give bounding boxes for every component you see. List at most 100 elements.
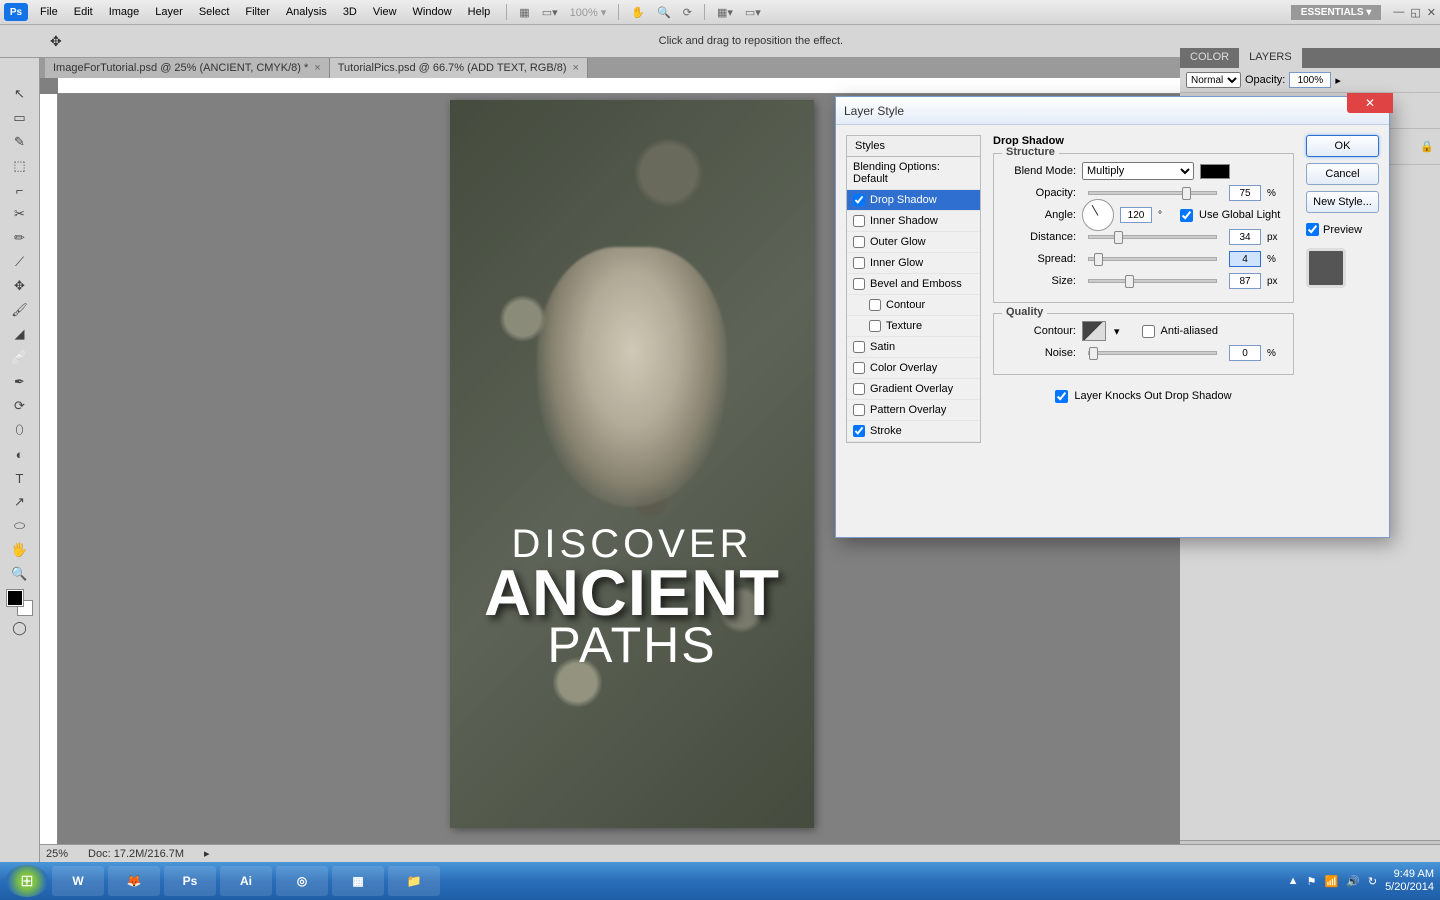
tab-close-icon[interactable]: × bbox=[314, 62, 320, 74]
antialiased-checkbox[interactable] bbox=[1142, 325, 1155, 338]
tool-8[interactable]: ✥ bbox=[8, 275, 32, 297]
menu-view[interactable]: View bbox=[365, 3, 405, 21]
blend-mode-dropdown[interactable]: Multiply bbox=[1082, 162, 1194, 180]
style-pattern-overlay[interactable]: Pattern Overlay bbox=[847, 400, 980, 421]
style-checkbox[interactable] bbox=[853, 425, 865, 437]
tool-16[interactable]: T bbox=[8, 467, 32, 489]
tab-close-icon[interactable]: × bbox=[573, 62, 579, 74]
style-texture[interactable]: Texture bbox=[847, 316, 980, 337]
menu-filter[interactable]: Filter bbox=[237, 3, 277, 21]
tool-1[interactable]: ▭ bbox=[8, 107, 32, 129]
tool-2[interactable]: ✎ bbox=[8, 131, 32, 153]
taskbar-app[interactable]: ◎ bbox=[276, 866, 328, 896]
start-button[interactable]: ⊞ bbox=[6, 865, 48, 897]
arrange-icon[interactable]: ▦▾ bbox=[713, 4, 737, 21]
menu-layer[interactable]: Layer bbox=[147, 3, 191, 21]
tool-17[interactable]: ↗ bbox=[8, 491, 32, 513]
menu-select[interactable]: Select bbox=[191, 3, 238, 21]
style-inner-glow[interactable]: Inner Glow bbox=[847, 253, 980, 274]
tab-color[interactable]: COLOR bbox=[1180, 48, 1239, 68]
close-icon[interactable]: ✕ bbox=[1427, 6, 1436, 19]
menu-image[interactable]: Image bbox=[101, 3, 148, 21]
style-gradient-overlay[interactable]: Gradient Overlay bbox=[847, 379, 980, 400]
menu-window[interactable]: Window bbox=[405, 3, 460, 21]
tool-15[interactable]: ◐ bbox=[8, 443, 32, 465]
network-icon[interactable]: 📶 bbox=[1324, 875, 1338, 888]
style-blending-options-default[interactable]: Blending Options: Default bbox=[847, 157, 980, 190]
screen-mode-icon[interactable]: ▭▾ bbox=[538, 4, 562, 21]
style-checkbox[interactable] bbox=[869, 299, 881, 311]
angle-value[interactable] bbox=[1120, 207, 1152, 223]
ok-button[interactable]: OK bbox=[1306, 135, 1379, 157]
size-value[interactable] bbox=[1229, 273, 1261, 289]
style-checkbox[interactable] bbox=[853, 362, 865, 374]
menu-help[interactable]: Help bbox=[460, 3, 499, 21]
volume-icon[interactable]: 🔊 bbox=[1346, 875, 1360, 888]
zoom-display[interactable]: 25% bbox=[46, 848, 68, 860]
style-checkbox[interactable] bbox=[853, 194, 865, 206]
blend-mode-select[interactable]: Normal bbox=[1186, 72, 1241, 88]
tool-19[interactable]: 🖐 bbox=[8, 539, 32, 561]
document-tab[interactable]: TutorialPics.psd @ 66.7% (ADD TEXT, RGB/… bbox=[330, 58, 588, 78]
color-swatches[interactable] bbox=[7, 590, 33, 616]
cancel-button[interactable]: Cancel bbox=[1306, 163, 1379, 185]
style-stroke[interactable]: Stroke bbox=[847, 421, 980, 442]
taskbar-app[interactable]: W bbox=[52, 866, 104, 896]
artboard[interactable]: DISCOVER ANCIENT PATHS bbox=[450, 100, 814, 828]
style-satin[interactable]: Satin bbox=[847, 337, 980, 358]
knockout-checkbox[interactable] bbox=[1055, 390, 1068, 403]
style-checkbox[interactable] bbox=[853, 236, 865, 248]
menu-file[interactable]: File bbox=[32, 3, 66, 21]
taskbar-app[interactable]: 🦊 bbox=[108, 866, 160, 896]
menu-edit[interactable]: Edit bbox=[66, 3, 101, 21]
workspace-switcher[interactable]: ESSENTIALS ▾ bbox=[1291, 5, 1382, 20]
tool-18[interactable]: ⬭ bbox=[8, 515, 32, 537]
style-checkbox[interactable] bbox=[869, 320, 881, 332]
tool-5[interactable]: ✂ bbox=[8, 203, 32, 225]
taskbar-app[interactable]: ▦ bbox=[332, 866, 384, 896]
taskbar-app[interactable]: Ps bbox=[164, 866, 216, 896]
system-clock[interactable]: 9:49 AM 5/20/2014 bbox=[1385, 868, 1434, 893]
global-light-checkbox[interactable] bbox=[1180, 209, 1193, 222]
dialog-close-button[interactable]: ✕ bbox=[1347, 93, 1393, 113]
noise-value[interactable] bbox=[1229, 345, 1261, 361]
contour-swatch[interactable] bbox=[1082, 321, 1106, 341]
taskbar-app[interactable]: 📁 bbox=[388, 866, 440, 896]
style-checkbox[interactable] bbox=[853, 257, 865, 269]
style-color-overlay[interactable]: Color Overlay bbox=[847, 358, 980, 379]
tab-layers[interactable]: LAYERS bbox=[1239, 48, 1302, 68]
style-checkbox[interactable] bbox=[853, 383, 865, 395]
style-checkbox[interactable] bbox=[853, 278, 865, 290]
contour-flyout-icon[interactable]: ▾ bbox=[1114, 325, 1120, 338]
tool-3[interactable]: ⬚ bbox=[8, 155, 32, 177]
opacity-value[interactable] bbox=[1229, 185, 1261, 201]
restore-icon[interactable]: ◱ bbox=[1410, 6, 1420, 19]
style-drop-shadow[interactable]: Drop Shadow bbox=[847, 190, 980, 211]
tool-10[interactable]: ◢ bbox=[8, 323, 32, 345]
distance-slider[interactable] bbox=[1088, 235, 1217, 239]
angle-dial[interactable] bbox=[1082, 199, 1114, 231]
tool-14[interactable]: ⬯ bbox=[8, 419, 32, 441]
new-style-button[interactable]: New Style... bbox=[1306, 191, 1379, 213]
style-checkbox[interactable] bbox=[853, 341, 865, 353]
preview-checkbox[interactable] bbox=[1306, 223, 1319, 236]
spread-slider[interactable] bbox=[1088, 257, 1217, 261]
opacity-input[interactable] bbox=[1289, 72, 1331, 88]
size-slider[interactable] bbox=[1088, 279, 1217, 283]
layout-icon[interactable]: ▦ bbox=[515, 4, 533, 21]
opacity-slider[interactable] bbox=[1088, 191, 1217, 195]
move-tool-icon[interactable]: ✥ bbox=[50, 33, 62, 50]
opacity-flyout-icon[interactable]: ▸ bbox=[1335, 74, 1341, 87]
document-tab[interactable]: ImageForTutorial.psd @ 25% (ANCIENT, CMY… bbox=[45, 58, 330, 78]
style-outer-glow[interactable]: Outer Glow bbox=[847, 232, 980, 253]
noise-slider[interactable] bbox=[1088, 351, 1217, 355]
tool-4[interactable]: ⌐ bbox=[8, 179, 32, 201]
tool-0[interactable]: ↖ bbox=[8, 83, 32, 105]
distance-value[interactable] bbox=[1229, 229, 1261, 245]
zoom-icon[interactable]: 🔍 bbox=[653, 4, 675, 21]
tray-icon[interactable]: ▲ bbox=[1288, 875, 1299, 887]
style-contour[interactable]: Contour bbox=[847, 295, 980, 316]
style-inner-shadow[interactable]: Inner Shadow bbox=[847, 211, 980, 232]
zoom-level[interactable]: 100% ▾ bbox=[566, 4, 611, 21]
spread-value[interactable] bbox=[1229, 251, 1261, 267]
